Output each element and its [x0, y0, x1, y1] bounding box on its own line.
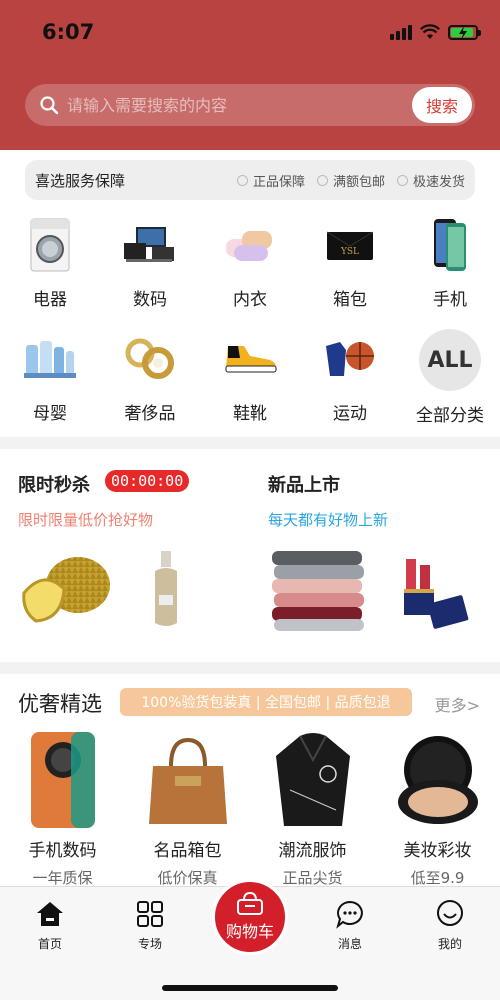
header: 6:07 搜索 [0, 0, 500, 150]
category-shoes[interactable]: 鞋靴 [200, 329, 300, 433]
new-arrivals-title: 新品上市 [268, 475, 340, 496]
countdown-timer: 00:00:00 [105, 470, 190, 492]
perfume-image [155, 551, 177, 626]
search-input[interactable] [67, 84, 412, 126]
washing-machine-icon [20, 215, 80, 275]
category-underwear[interactable]: 内衣 [200, 215, 300, 319]
handbag-image [138, 730, 238, 830]
category-appliances[interactable]: 电器 [0, 215, 100, 319]
guarantee-item: 满额包邮 [316, 171, 385, 190]
underwear-icon [220, 215, 280, 275]
tab-bar: 首页 专场 购物车 消息 我的 [0, 879, 500, 1000]
check-icon [316, 174, 328, 186]
search-button[interactable]: 搜索 [412, 87, 472, 123]
tab-messages[interactable]: 消息 [300, 899, 400, 952]
handbag-icon: YSL [320, 215, 380, 275]
category-baby[interactable]: 母婴 [0, 329, 100, 433]
durian-image [22, 557, 110, 623]
status-icons [390, 24, 481, 40]
grid-icon [137, 901, 163, 927]
luxury-item-digital[interactable]: 手机数码 一年质保 [0, 730, 125, 888]
jacket-image [263, 730, 363, 830]
new-arrivals-subtitle: 每天都有好物上新 [268, 511, 389, 529]
promo-section: 限时秒杀 00:00:00 限时限量低价抢好物 新品上市 每天都有好物上新 [0, 449, 500, 662]
luxury-banner: 100%验货包装真 | 全国包邮 | 品质包退 [120, 688, 412, 716]
more-link[interactable]: 更多> [435, 692, 480, 716]
smartphone-icon [420, 215, 480, 275]
signal-icon [390, 24, 412, 40]
sneaker-icon [220, 329, 280, 389]
search-icon [40, 96, 59, 115]
cart-button[interactable]: 购物车 [212, 879, 288, 955]
category-digital[interactable]: 数码 [100, 215, 200, 319]
category-phones[interactable]: 手机 [400, 215, 500, 319]
guarantee-title: 喜选服务保障 [35, 171, 126, 190]
category-sports[interactable]: 运动 [300, 329, 400, 433]
guarantee-item: 正品保障 [236, 171, 305, 190]
shopping-basket-icon [237, 892, 263, 915]
tab-special[interactable]: 专场 [100, 899, 200, 952]
baby-products-icon [20, 329, 80, 389]
lipstick-image [404, 559, 469, 629]
luxury-grid: 手机数码 一年质保 名品箱包 低价保真 潮流服饰 正品尖货 美妆彩妆 低至9.9 [0, 730, 500, 888]
flash-sale-title: 限时秒杀 [18, 475, 90, 496]
category-bags[interactable]: YSL 箱包 [300, 215, 400, 319]
category-all[interactable]: ALL 全部分类 [400, 329, 500, 433]
home-icon [37, 902, 63, 926]
category-grid: 电器 数码 内衣 YSL 箱包 手机 母婴 奢侈品 鞋靴 运动 ALL 全部分类 [0, 215, 500, 433]
service-guarantee-bar[interactable]: 喜选服务保障 正品保障 满额包邮 极速发货 [25, 160, 475, 200]
svg-text:YSL: YSL [340, 247, 359, 257]
category-section: 喜选服务保障 正品保障 满额包邮 极速发货 电器 数码 内衣 YSL 箱包 手机… [0, 150, 500, 437]
all-categories-icon: ALL [419, 329, 481, 391]
search-bar: 搜索 [25, 84, 475, 126]
luxury-section: 优奢精选 100%验货包装真 | 全国包邮 | 品质包退 更多> 手机数码 一年… [0, 674, 500, 888]
tab-home[interactable]: 首页 [0, 899, 100, 952]
check-icon [236, 174, 248, 186]
jewelry-icon [120, 329, 180, 389]
status-time: 6:07 [42, 20, 95, 44]
flash-sale-subtitle: 限时限量低价抢好物 [18, 511, 154, 529]
compact-powder-image [388, 730, 488, 830]
luxury-title: 优奢精选 [18, 692, 102, 716]
smiley-icon [437, 900, 463, 926]
luxury-item-cosmetics[interactable]: 美妆彩妆 低至9.9 [375, 730, 500, 888]
chat-bubble-icon [336, 900, 363, 929]
luxury-item-apparel[interactable]: 潮流服饰 正品尖货 [250, 730, 375, 888]
electronics-icon [120, 215, 180, 275]
category-luxury[interactable]: 奢侈品 [100, 329, 200, 433]
wifi-icon [420, 24, 440, 39]
lightning-icon [396, 174, 408, 186]
tab-mine[interactable]: 我的 [400, 899, 500, 952]
luxury-item-bags[interactable]: 名品箱包 低价保真 [125, 730, 250, 888]
towels-image [272, 551, 364, 631]
phone-image [13, 730, 113, 830]
home-indicator [162, 985, 338, 991]
flash-sale-card[interactable]: 限时秒杀 00:00:00 限时限量低价抢好物 [0, 449, 250, 662]
battery-icon [448, 24, 481, 40]
basketball-icon [320, 329, 380, 389]
guarantee-item: 极速发货 [396, 171, 465, 190]
new-arrivals-card[interactable]: 新品上市 每天都有好物上新 [250, 449, 500, 662]
